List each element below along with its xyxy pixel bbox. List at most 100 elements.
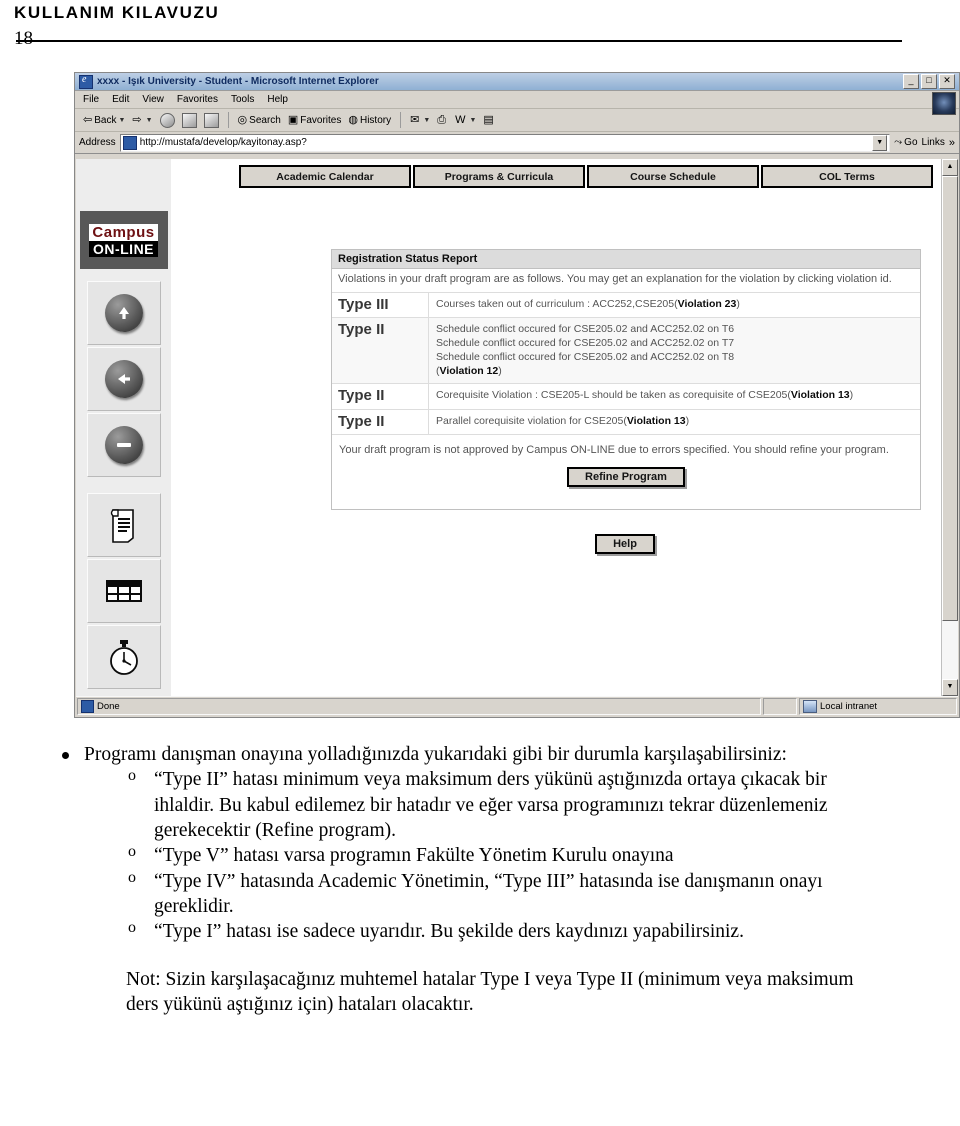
browser-statusbar: Done Local intranet [76, 696, 958, 716]
violation-line: Parallel corequisite violation for CSE20… [436, 414, 690, 427]
help-button-row: Help [331, 534, 919, 554]
scroll-document-icon [110, 509, 134, 543]
browser-addressbar: Address http://mustafa/develop/kayitonay… [75, 132, 959, 154]
page-content: Academic Calendar Programs & Curricula C… [171, 159, 958, 696]
chevron-down-icon[interactable]: ▼ [118, 117, 125, 124]
menu-item-view[interactable]: View [142, 94, 164, 105]
menu-item-file[interactable]: File [83, 94, 99, 105]
violation-line: Schedule conflict occured for CSE205.02 … [436, 322, 735, 335]
violation-line: (Violation 12) [436, 364, 502, 377]
tab-course-schedule[interactable]: Course Schedule [587, 165, 759, 188]
mail-button[interactable]: ✉ ▼ [408, 114, 432, 126]
chevron-down-icon[interactable]: ▼ [423, 117, 430, 124]
violation-line: Schedule conflict occured for CSE205.02 … [436, 336, 735, 349]
stop-icon[interactable] [159, 112, 175, 128]
print-button[interactable]: ⎙ [435, 114, 450, 126]
minus-icon [104, 426, 143, 464]
back-button[interactable]: ⇦ Back ▼ [81, 113, 127, 126]
help-button[interactable]: Help [595, 534, 655, 554]
menu-item-favorites[interactable]: Favorites [177, 94, 218, 105]
tab-academic-calendar[interactable]: Academic Calendar [239, 165, 411, 188]
violation-line: Corequisite Violation : CSE205-L should … [436, 389, 854, 402]
go-button[interactable]: ⤳ Go [894, 137, 917, 148]
violation-type: Type II [332, 384, 429, 409]
word-editor-icon: W [455, 113, 466, 126]
arrow-left-icon [104, 360, 143, 398]
violation-line: Courses taken out of curriculum : ACC252… [436, 297, 740, 310]
edit-button[interactable]: W ▼ [453, 113, 478, 126]
address-url: http://mustafa/develop/kayitonay.asp? [139, 137, 307, 148]
menu-item-help[interactable]: Help [267, 94, 288, 105]
history-button[interactable]: ◍ History [346, 114, 393, 126]
chevron-down-icon[interactable]: ▼ [469, 117, 476, 124]
search-icon: ◎ [237, 113, 248, 126]
browser-titlebar: xxxx - Işık University - Student - Micro… [75, 73, 959, 91]
violation-line: Schedule conflict occured for CSE205.02 … [436, 350, 735, 363]
sub-bullet-item: “Type II” hatası minimum veya maksimum d… [126, 766, 866, 843]
violation-id-link[interactable]: Violation 12 [440, 365, 499, 377]
menu-item-edit[interactable]: Edit [112, 94, 129, 105]
sidebar-stop-button[interactable] [86, 413, 161, 477]
table-row: Type III Courses taken out of curriculum… [332, 292, 920, 318]
toolbar-separator [400, 112, 402, 128]
intranet-zone-icon [803, 700, 817, 713]
arrow-right-icon: ⇨ [132, 113, 142, 126]
go-arrow-icon: ⤳ [894, 137, 903, 148]
scrollbar-thumb[interactable] [942, 176, 958, 621]
sub-bullet-item: “Type I” hatası ise sadece uyarıdır. Bu … [126, 918, 866, 944]
discuss-button[interactable]: ▤ [481, 114, 497, 126]
restore-button[interactable]: □ [921, 74, 937, 89]
address-input[interactable]: http://mustafa/develop/kayitonay.asp? ▼ [119, 133, 891, 152]
refine-button-row: Refine Program [332, 461, 920, 509]
chevron-double-right-icon[interactable]: » [949, 137, 955, 149]
status-text: Done [97, 701, 120, 712]
scroll-down-icon[interactable]: ▼ [942, 679, 958, 696]
violation-description: Courses taken out of curriculum : ACC252… [429, 293, 920, 317]
arrow-up-icon [104, 294, 143, 332]
violation-id-link[interactable]: Violation 13 [627, 415, 686, 427]
favorites-button[interactable]: ▣ Favorites [286, 114, 344, 126]
violation-id-link[interactable]: Violation 13 [791, 389, 850, 401]
refresh-icon[interactable] [181, 112, 197, 128]
nav-tabs: Academic Calendar Programs & Curricula C… [239, 165, 933, 188]
window-controls: _ □ ✕ [903, 74, 957, 89]
security-zone-cell: Local intranet [799, 698, 957, 715]
sidebar-table-button[interactable] [86, 559, 161, 623]
chevron-down-icon[interactable]: ▼ [872, 134, 888, 151]
violation-description: Schedule conflict occured for CSE205.02 … [429, 318, 920, 383]
search-button[interactable]: ◎ Search [236, 113, 283, 126]
close-button[interactable]: ✕ [939, 74, 955, 89]
tab-col-terms[interactable]: COL Terms [761, 165, 933, 188]
minimize-button[interactable]: _ [903, 74, 919, 89]
home-icon[interactable] [203, 112, 219, 128]
links-button[interactable]: Links [922, 137, 945, 148]
chevron-down-icon[interactable]: ▼ [146, 117, 153, 124]
tab-programs-curricula[interactable]: Programs & Curricula [413, 165, 585, 188]
address-label: Address [79, 137, 116, 148]
violation-type: Type II [332, 409, 429, 434]
report-notice-text: Your draft program is not approved by Ca… [339, 443, 889, 456]
sidebar-back-arrow-button[interactable] [86, 347, 161, 411]
menu-item-tools[interactable]: Tools [231, 94, 254, 105]
logo-campus-text: Campus [89, 223, 158, 241]
status-text-cell: Done [77, 698, 761, 715]
security-zone-text: Local intranet [820, 701, 878, 712]
vertical-scrollbar[interactable]: ▲ ▼ [941, 159, 958, 696]
violation-id-link[interactable]: Violation 23 [678, 298, 737, 310]
grid-table-icon [105, 580, 142, 602]
sidebar-document-button[interactable] [86, 493, 161, 557]
page-number: 18 [14, 28, 33, 49]
registration-status-report: Registration Status Report Violations in… [331, 249, 921, 511]
violation-description: Parallel corequisite violation for CSE20… [429, 410, 920, 434]
refine-program-button[interactable]: Refine Program [567, 467, 685, 488]
sidebar-up-arrow-button[interactable] [86, 281, 161, 345]
forward-button[interactable]: ⇨ ▼ [130, 113, 154, 126]
table-row: Type II Corequisite Violation : CSE205-L… [332, 384, 920, 410]
arrow-left-icon: ⇦ [83, 113, 93, 126]
page-title: KULLANIM KILAVUZU [14, 3, 220, 22]
scroll-up-icon[interactable]: ▲ [942, 159, 958, 176]
sidebar-clock-button[interactable] [86, 625, 161, 689]
header-divider [16, 40, 902, 42]
scrollbar-track[interactable] [942, 176, 958, 679]
page-viewport: Campus ON-LINE Academic Calendar Program… [76, 159, 958, 696]
